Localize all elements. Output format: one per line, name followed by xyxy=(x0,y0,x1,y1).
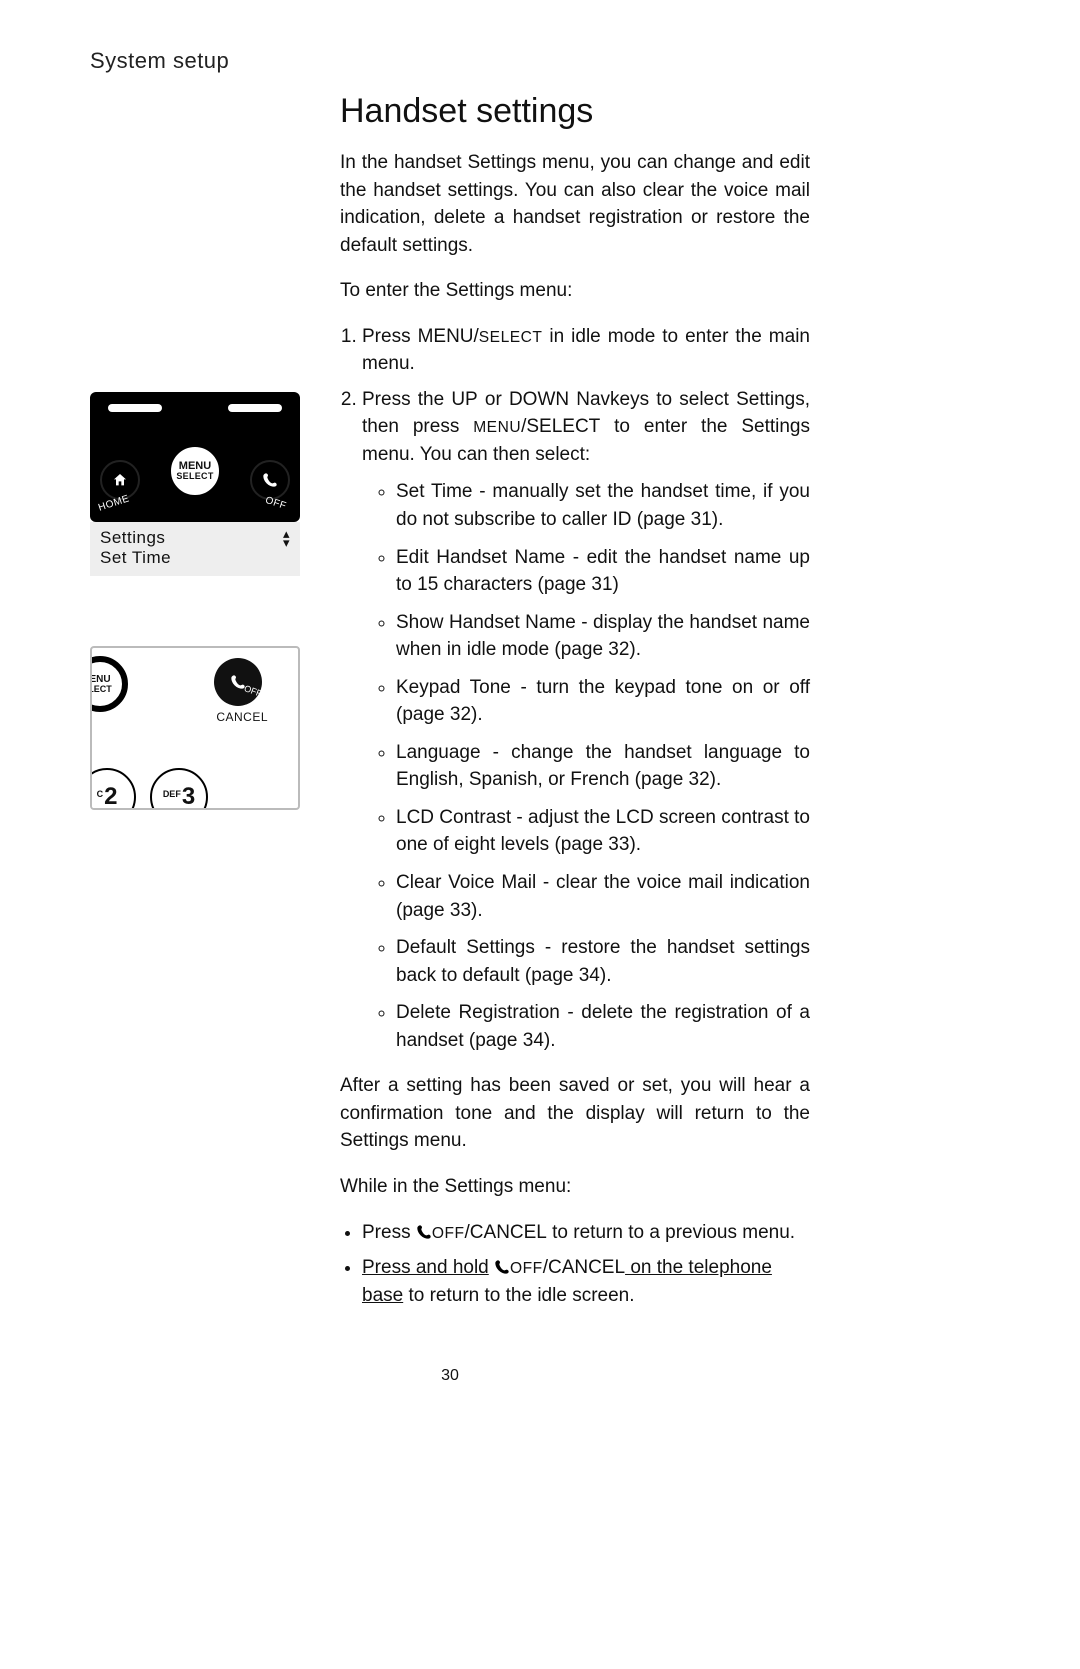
select-label: SELECT xyxy=(176,472,213,481)
text: While in the xyxy=(340,1176,445,1197)
step-1: Press MENU/SELECT in idle mode to enter … xyxy=(362,323,810,378)
cancel-strong: CANCEL xyxy=(470,1222,547,1243)
text: In the handset xyxy=(340,152,467,173)
enter-settings-steps: Press MENU/SELECT in idle mode to enter … xyxy=(340,323,810,1055)
text: to return to a previous menu. xyxy=(547,1222,795,1243)
text: or xyxy=(478,389,509,410)
page-title: Handset settings xyxy=(340,92,810,131)
menu-select-button: ENU LECT xyxy=(90,656,128,712)
option-name: Show Handset Name xyxy=(396,612,576,633)
keypad-2: C2 xyxy=(90,768,136,810)
option-name: Delete Registration xyxy=(396,1002,560,1023)
settings-strong: Settings xyxy=(340,1130,409,1151)
figure-handset-menu: MENU SELECT HOME OFF Settings ▴▾ Set Tim… xyxy=(90,392,300,576)
handset-icon xyxy=(494,1259,510,1275)
sidebar-figures: MENU SELECT HOME OFF Settings ▴▾ Set Tim… xyxy=(90,92,300,1327)
settings-strong: Settings xyxy=(445,1176,514,1197)
option-name: Clear Voice Mail xyxy=(396,872,536,893)
key-number: 2 xyxy=(104,783,117,810)
main-content: Handset settings In the handset Settings… xyxy=(340,92,810,1327)
settings-option: Clear Voice Mail - clear the voice mail … xyxy=(396,869,810,924)
closing-item-press: Press OFF/CANCEL to return to a previous… xyxy=(362,1219,810,1247)
menu-select-button: MENU SELECT xyxy=(164,440,226,502)
settings-option: Edit Handset Name - edit the handset nam… xyxy=(396,544,810,599)
off-smallcaps: OFF xyxy=(510,1260,543,1277)
select-smallcaps: SELECT xyxy=(479,329,543,346)
handset-photo: MENU SELECT HOME OFF xyxy=(90,392,300,522)
home-icon xyxy=(112,472,128,488)
off-button xyxy=(250,460,290,500)
menu-strong: MENU xyxy=(418,326,474,347)
home-button xyxy=(100,460,140,500)
handset-screen: Settings ▴▾ Set Time xyxy=(90,522,300,576)
handset-icon xyxy=(262,472,278,488)
intro-paragraph: In the handset Settings menu, you can ch… xyxy=(340,149,810,259)
closing-item-press-hold: Press and hold OFF/CANCEL on the telepho… xyxy=(362,1254,810,1309)
option-name: Set Time xyxy=(396,481,473,502)
settings-strong: Settings xyxy=(446,280,515,301)
up-strong: UP xyxy=(451,389,477,410)
settings-option: Keypad Tone - turn the keypad tone on or… xyxy=(396,674,810,729)
while-in-settings-line: While in the Settings menu: xyxy=(340,1173,810,1201)
text: Press the xyxy=(362,389,451,410)
select-label: LECT xyxy=(90,685,112,694)
enter-settings-line: To enter the Settings menu: xyxy=(340,277,810,305)
earpiece-slit xyxy=(228,404,282,412)
after-save-paragraph: After a setting has been saved or set, y… xyxy=(340,1072,810,1155)
settings-options-list: Set Time - manually set the handset time… xyxy=(362,478,810,1054)
select-strong: SELECT xyxy=(526,416,600,437)
step-2: Press the UP or DOWN Navkeys to select S… xyxy=(362,386,810,1054)
screen-line-1: Settings xyxy=(100,528,165,548)
earpiece-slit xyxy=(108,404,162,412)
option-name: LCD Contrast xyxy=(396,807,511,828)
cancel-strong: CANCEL xyxy=(548,1257,625,1278)
screen-line-2: Set Time xyxy=(100,548,290,568)
off-button xyxy=(214,658,262,706)
settings-option: Default Settings - restore the handset s… xyxy=(396,934,810,989)
figure-off-cancel: ENU LECT OFF CANCEL C2 DEF3 xyxy=(90,646,300,810)
text: menu. xyxy=(409,1130,467,1151)
key-number: 3 xyxy=(182,783,195,810)
text: to return to the idle screen. xyxy=(403,1285,634,1306)
section-label: System setup xyxy=(90,48,810,74)
keypad-3: DEF3 xyxy=(150,768,208,810)
option-name: Keypad Tone xyxy=(396,677,511,698)
key-letters: DEF xyxy=(163,789,181,799)
off-smallcaps: OFF xyxy=(432,1225,465,1242)
text: menu: xyxy=(513,1176,571,1197)
cancel-label: CANCEL xyxy=(216,710,268,724)
option-name: Default Settings xyxy=(396,937,535,958)
handset-icon xyxy=(416,1224,432,1240)
key-letters: C xyxy=(97,789,104,799)
closing-actions-list: Press OFF/CANCEL to return to a previous… xyxy=(340,1219,810,1310)
settings-strong: Settings xyxy=(736,389,805,410)
down-strong: DOWN xyxy=(509,389,569,410)
nav-arrows-icon: ▴▾ xyxy=(283,529,290,547)
menu-smallcaps: MENU xyxy=(473,419,521,436)
text: After a setting has been saved or set, y… xyxy=(340,1075,810,1124)
menu-label: ENU xyxy=(90,675,111,685)
text: menu: xyxy=(514,280,572,301)
settings-option: Delete Registration - delete the registr… xyxy=(396,999,810,1054)
settings-option: LCD Contrast - adjust the LCD screen con… xyxy=(396,804,810,859)
settings-option: Show Handset Name - display the handset … xyxy=(396,609,810,664)
settings-strong: Settings xyxy=(467,152,536,173)
text: To enter the xyxy=(340,280,446,301)
settings-option: Set Time - manually set the handset time… xyxy=(396,478,810,533)
text: Press xyxy=(362,1222,416,1243)
text: Navkeys to select xyxy=(569,389,736,410)
page-number: 30 xyxy=(90,1367,810,1385)
press-hold-underline: Press and hold xyxy=(362,1257,489,1278)
settings-option: Language - change the handset language t… xyxy=(396,739,810,794)
off-label: OFF xyxy=(263,495,287,512)
text: Press xyxy=(362,326,418,347)
option-name: Edit Handset Name xyxy=(396,547,565,568)
option-name: Language xyxy=(396,742,481,763)
